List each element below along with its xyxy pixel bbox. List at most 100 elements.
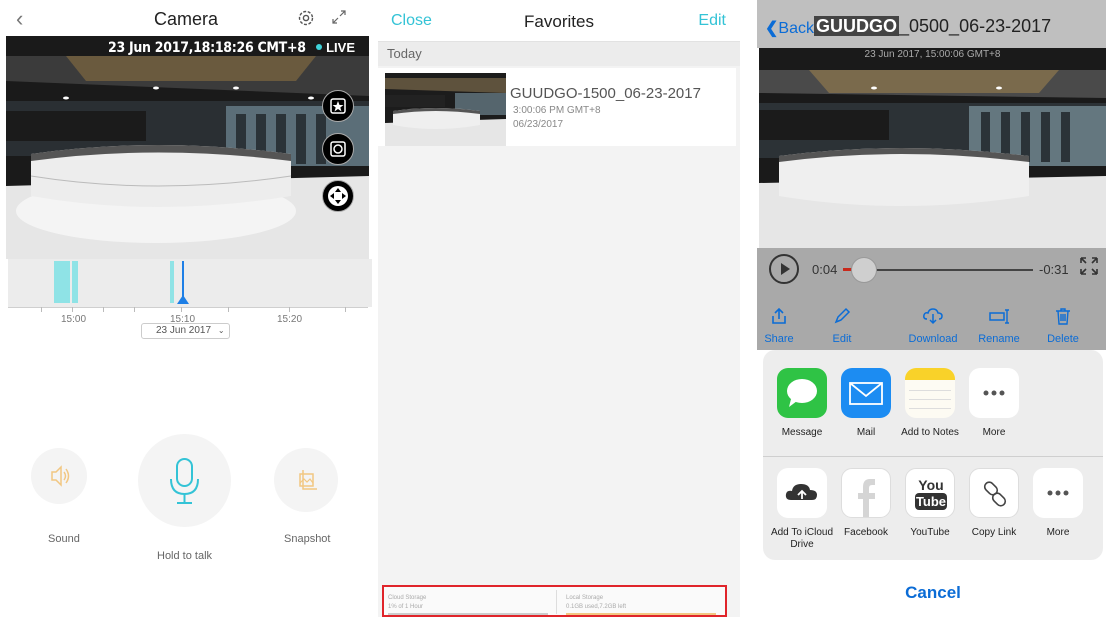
ptz-control-button[interactable] [322, 180, 354, 212]
remaining-time: -0:31 [1039, 262, 1069, 277]
edit-action[interactable]: Edit [812, 306, 872, 345]
action-copy-link[interactable]: Copy Link [962, 468, 1026, 539]
svg-text:You: You [918, 477, 943, 493]
favorite-star-button[interactable] [322, 90, 354, 122]
share-mail[interactable]: Mail [834, 368, 898, 439]
timeline-tick [181, 307, 182, 312]
youtube-icon: You Tube [905, 468, 955, 518]
live-video-feed[interactable]: 23 Jun 2017,18:18:26 CMT+8 LIVE [6, 36, 369, 259]
microphone-icon [170, 458, 199, 504]
timeline-tick [289, 307, 290, 312]
share-more[interactable]: More [962, 368, 1026, 439]
snapshot-button[interactable] [274, 448, 338, 512]
favorites-screen: Close Favorites Edit Today GUUDGO-1500_0… [378, 0, 740, 617]
recording-segment[interactable] [72, 261, 78, 303]
page-title: Camera [153, 9, 219, 29]
recording-segment[interactable] [170, 261, 174, 303]
timeline-tick [134, 307, 135, 312]
chevron-down-icon: ⌄ [217, 326, 225, 335]
hold-to-talk-button[interactable] [138, 434, 231, 527]
date-picker-value: 23 Jun 2017 [156, 325, 212, 336]
direction-pad-icon [328, 186, 348, 206]
svg-text:Tube: Tube [916, 494, 946, 509]
star-icon [330, 98, 346, 114]
sound-button[interactable] [31, 448, 87, 504]
timeline-tick [72, 307, 73, 312]
action-facebook[interactable]: Facebook [834, 468, 898, 539]
share-action[interactable]: Share [757, 306, 809, 345]
local-storage-value: 0.1GB used,7.2GB left [566, 604, 627, 610]
delete-action[interactable]: Delete [1033, 306, 1093, 345]
video-timestamp: 23 Jun 2017, 15:00:06 GMT+8 [864, 49, 1001, 60]
elapsed-time: 0:04 [812, 262, 838, 277]
gear-icon[interactable] [296, 8, 316, 28]
talk-label: Hold to talk [157, 550, 213, 562]
timeline-tick [228, 307, 229, 312]
clip-header: ❮Back GUUDGO _0500_06-23-2017 [757, 0, 1106, 48]
lobby-image [6, 36, 369, 259]
clip-time: 3:00:06 PM GMT+8 [513, 105, 601, 116]
ellipsis-icon [969, 368, 1019, 418]
local-storage-label: Local Storage [566, 595, 604, 601]
timeline-tick [41, 307, 42, 312]
live-badge: LIVE [316, 40, 355, 55]
timeline-label: 15:20 [277, 314, 303, 325]
list-item[interactable]: GUUDGO-1500_06-23-2017 3:00:06 PM GMT+8 … [378, 68, 736, 146]
date-picker[interactable]: 23 Jun 2017 ⌄ [141, 323, 230, 339]
fullscreen-icon[interactable] [1079, 256, 1099, 276]
playhead-marker-icon [177, 295, 189, 304]
record-button[interactable] [322, 133, 354, 165]
camera-header: ‹ Camera [0, 0, 372, 36]
local-storage-bar [566, 613, 716, 615]
crop-image-icon [299, 470, 317, 490]
recording-segment[interactable] [54, 261, 70, 303]
notes-icon [905, 368, 955, 418]
clip-video[interactable]: 23 Jun 2017, 15:00:06 GMT+8 [759, 48, 1106, 248]
timeline-tick [345, 307, 346, 312]
share-add-to-notes[interactable]: Add to Notes [898, 368, 962, 439]
cloud-download-icon [923, 308, 943, 325]
speaker-icon [51, 465, 70, 487]
cancel-button[interactable]: Cancel [763, 568, 1103, 617]
facebook-icon [841, 468, 891, 518]
cloud-storage-bar [388, 613, 548, 615]
cloud-storage-value: 1% of 1 Hour [388, 604, 424, 610]
share-sheet: Message Mail Add to Notes More Add To iC… [763, 350, 1103, 560]
camera-screen: ‹ Camera 23 Jun 2017,18:18:26 CMT+8 LIVE… [0, 0, 372, 617]
link-icon [969, 468, 1019, 518]
page-title: Favorites [524, 12, 594, 31]
action-add-to-icloud-drive[interactable]: Add To iCloud Drive [770, 468, 834, 551]
timeline-axis [8, 307, 368, 308]
rename-action[interactable]: Rename [969, 306, 1029, 345]
back-chevron-icon: ❮ [765, 20, 779, 37]
timeline-label: 15:00 [61, 314, 87, 325]
favorites-header: Close Favorites Edit [378, 0, 740, 42]
video-timestamp: 23 Jun 2017,18:18:26 CMT+8 [108, 40, 306, 56]
play-button[interactable] [769, 254, 799, 284]
mail-icon [841, 368, 891, 418]
divider [556, 590, 557, 614]
edit-button[interactable]: Edit [698, 12, 726, 30]
download-action[interactable]: Download [903, 306, 963, 345]
playback-controls: 0:04 -0:31 Share Edit Download Rename De… [757, 248, 1106, 350]
icloud-icon [777, 468, 827, 518]
play-icon [781, 263, 790, 275]
action-more[interactable]: More [1026, 468, 1090, 539]
rename-field-icon [989, 309, 1009, 324]
lobby-image [759, 48, 1106, 248]
fullscreen-icon[interactable] [330, 8, 348, 26]
share-icon [772, 307, 786, 324]
clip-title: GUUDGO-1500_06-23-2017 [510, 85, 701, 102]
page-title: GUUDGO _0500_06-23-2017 [814, 16, 1052, 36]
timeline-playhead[interactable] [182, 261, 184, 299]
seek-handle[interactable] [851, 257, 877, 283]
recording-timeline[interactable] [8, 259, 372, 307]
cloud-storage-label: Cloud Storage [388, 595, 427, 601]
share-message[interactable]: Message [770, 368, 834, 439]
clip-date: 06/23/2017 [513, 119, 564, 130]
trash-icon [1056, 308, 1070, 325]
message-icon [777, 368, 827, 418]
back-button[interactable]: ❮Back [765, 18, 814, 38]
action-youtube[interactable]: You Tube YouTube [898, 468, 962, 539]
snapshot-label: Snapshot [284, 533, 331, 545]
